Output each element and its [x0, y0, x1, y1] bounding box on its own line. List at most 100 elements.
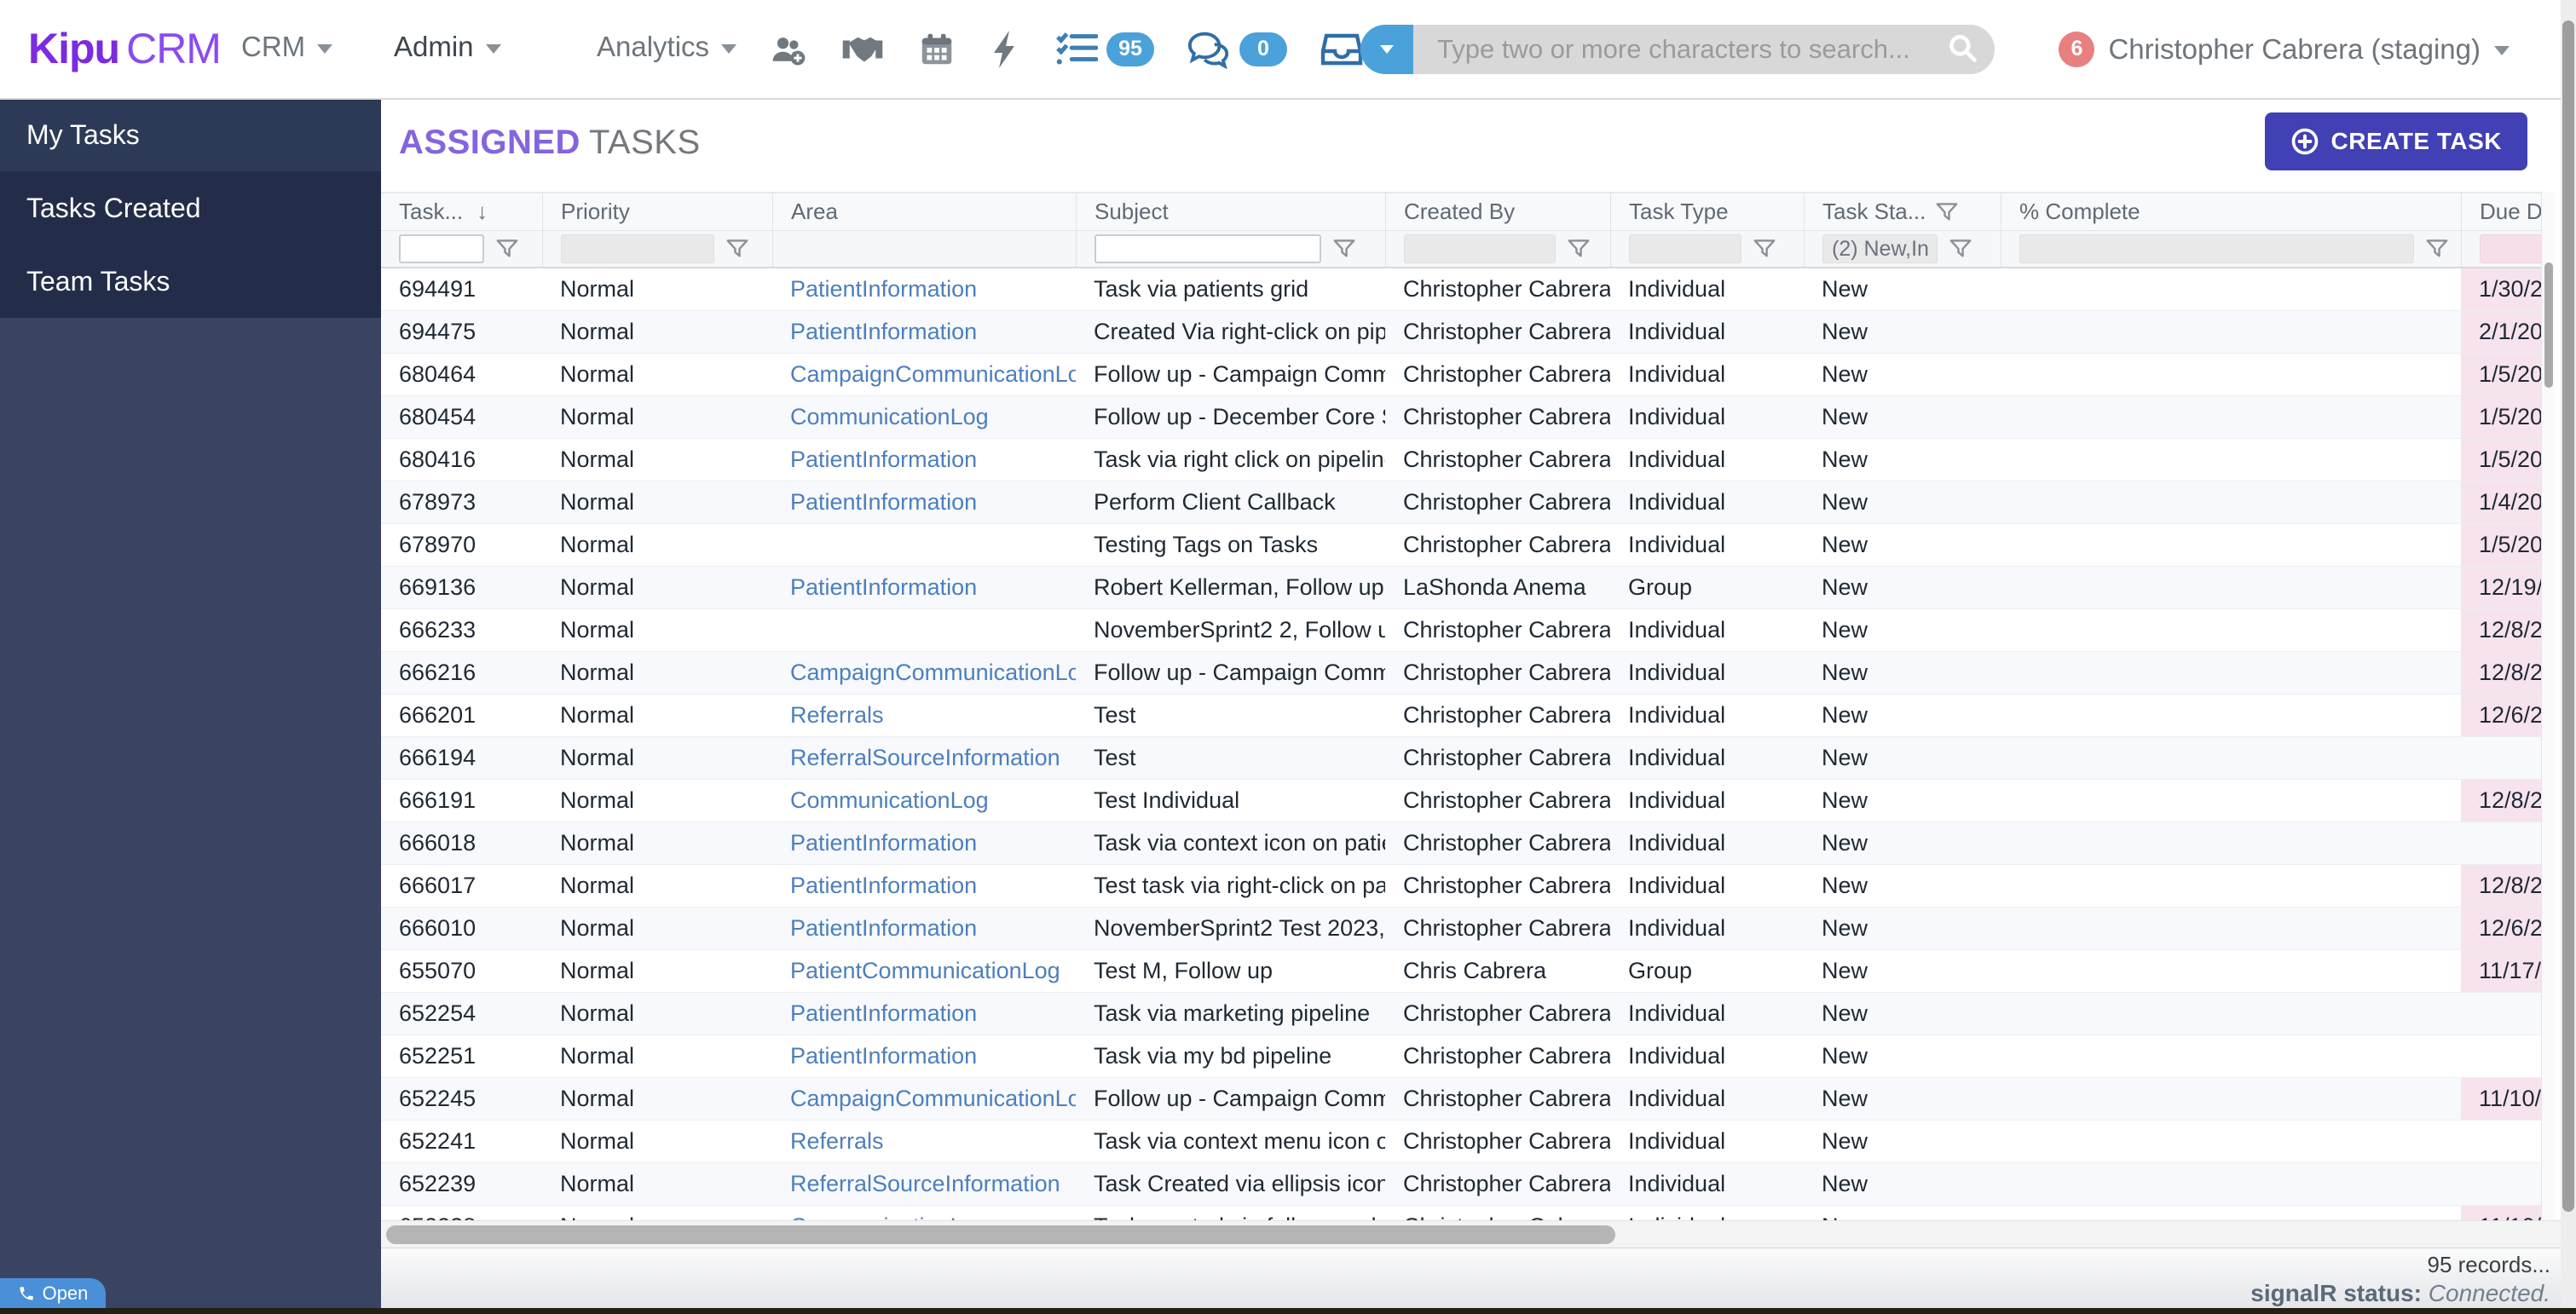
- column-header-task_type[interactable]: Task Type: [1610, 193, 1804, 230]
- user-menu[interactable]: 6 Christopher Cabrera (staging): [2059, 0, 2510, 98]
- cell-id: 666010: [399, 915, 477, 941]
- cell-pct_complete: [2001, 993, 2461, 1034]
- table-row[interactable]: 678970 Normal Testing Tags on Tasks Christo…: [381, 524, 2555, 567]
- cell-area[interactable]: CampaignCommunicationLog: [772, 1078, 1076, 1120]
- column-header-subject[interactable]: Subject: [1076, 193, 1385, 230]
- filter-input-subject[interactable]: [1095, 234, 1321, 263]
- filter-funnel-icon[interactable]: [1568, 239, 1590, 259]
- table-row[interactable]: 652251 Normal PatientInformation Task via m…: [381, 1035, 2555, 1078]
- cell-area[interactable]: PatientInformation: [772, 908, 1076, 949]
- column-header-area[interactable]: Area: [772, 193, 1076, 230]
- cell-area[interactable]: CommunicationLog: [772, 1206, 1076, 1220]
- column-header-pct_complete[interactable]: % Complete: [2001, 193, 2461, 230]
- table-row[interactable]: 666201 Normal Referrals Test Christopher Cab…: [381, 694, 2555, 737]
- column-header-id[interactable]: Task... ↓: [381, 193, 542, 230]
- cell-area[interactable]: PatientInformation: [772, 865, 1076, 907]
- cell-area[interactable]: PatientInformation: [772, 481, 1076, 523]
- table-row[interactable]: 680416 Normal PatientInformation Task via r…: [381, 439, 2555, 481]
- cell-area[interactable]: CommunicationLog: [772, 396, 1076, 438]
- sidebar-item-team-tasks[interactable]: Team Tasks: [0, 245, 381, 318]
- grid-horizontal-scrollbar[interactable]: [381, 1220, 2576, 1248]
- lightning-icon[interactable]: [989, 29, 1023, 70]
- menu-crm[interactable]: CRM: [241, 31, 333, 63]
- cell-subject: Task created via follow up dr...: [1076, 1206, 1385, 1220]
- create-task-button[interactable]: CREATE TASK: [2264, 112, 2527, 170]
- filter-input-task_status[interactable]: [1822, 234, 1938, 263]
- table-row[interactable]: 678973 Normal PatientInformation Perform Cl…: [381, 481, 2555, 524]
- page-vertical-scrollbar-thumb[interactable]: [2562, 20, 2574, 1212]
- filter-input-id[interactable]: [399, 234, 484, 263]
- filter-funnel-icon[interactable]: [1333, 239, 1355, 259]
- table-row[interactable]: 652239 Normal ReferralSourceInformation Tas…: [381, 1163, 2555, 1206]
- add-contact-icon[interactable]: [767, 31, 808, 68]
- filter-funnel-icon[interactable]: [1936, 202, 1958, 222]
- filter-input-priority[interactable]: [561, 234, 714, 263]
- cell-task_status: New: [1822, 319, 1868, 344]
- cell-area[interactable]: Referrals: [772, 1121, 1076, 1162]
- handshake-icon[interactable]: [840, 31, 885, 68]
- grid-horizontal-scrollbar-thumb[interactable]: [386, 1225, 1615, 1244]
- cell-area[interactable]: CommunicationLog: [772, 780, 1076, 821]
- table-row[interactable]: 666194 Normal ReferralSourceInformation Tes…: [381, 737, 2555, 780]
- filter-funnel-icon[interactable]: [726, 239, 748, 259]
- menu-analytics[interactable]: Analytics: [597, 31, 737, 63]
- kipu-crm-logo[interactable]: Kipu CRM: [28, 24, 222, 73]
- cell-task_status: New: [1822, 1000, 1868, 1026]
- tasks-checklist-icon[interactable]: 95: [1055, 31, 1154, 68]
- cell-area[interactable]: PatientInformation: [772, 1035, 1076, 1077]
- top-bar: Kipu CRM CRM Admin Analytics 95 0 Type t…: [0, 0, 2576, 100]
- table-row[interactable]: 652245 Normal CampaignCommunicationLog Foll…: [381, 1078, 2555, 1121]
- phone-open-button[interactable]: Open: [0, 1278, 106, 1309]
- cell-area[interactable]: PatientInformation: [772, 268, 1076, 310]
- cell-area[interactable]: PatientInformation: [772, 822, 1076, 864]
- table-row[interactable]: 666018 Normal PatientInformation Task via c…: [381, 822, 2555, 865]
- cell-area[interactable]: PatientInformation: [772, 567, 1076, 608]
- sidebar-item-my-tasks[interactable]: My Tasks: [0, 98, 381, 171]
- table-row[interactable]: 680454 Normal CommunicationLog Follow up - …: [381, 396, 2555, 439]
- page-vertical-scrollbar[interactable]: [2561, 0, 2576, 1314]
- grid-vertical-scrollbar[interactable]: [2541, 192, 2555, 1220]
- cell-area[interactable]: CampaignCommunicationLog: [772, 354, 1076, 395]
- chat-icon[interactable]: 0: [1187, 30, 1287, 69]
- table-row[interactable]: 680464 Normal CampaignCommunicationLog Foll…: [381, 354, 2555, 396]
- search-scope-dropdown[interactable]: [1360, 25, 1413, 74]
- table-row[interactable]: 652241 Normal Referrals Task via context me…: [381, 1121, 2555, 1163]
- grid-vertical-scrollbar-thumb[interactable]: [2544, 262, 2553, 388]
- cell-area[interactable]: ReferralSourceInformation: [772, 1163, 1076, 1205]
- table-row[interactable]: 666010 Normal PatientInformation NovemberSp…: [381, 908, 2555, 950]
- filter-input-pct_complete[interactable]: [2019, 234, 2414, 263]
- menu-admin[interactable]: Admin: [394, 31, 501, 63]
- cell-area[interactable]: ReferralSourceInformation: [772, 737, 1076, 779]
- filter-funnel-icon[interactable]: [1949, 239, 1972, 259]
- column-header-priority[interactable]: Priority: [542, 193, 772, 230]
- table-row[interactable]: 666216 Normal CampaignCommunicationLog Foll…: [381, 652, 2555, 694]
- table-row[interactable]: 669136 Normal PatientInformation Robert Kel…: [381, 567, 2555, 609]
- table-row[interactable]: 655070 Normal PatientCommunicationLog Test …: [381, 950, 2555, 993]
- calendar-icon[interactable]: [917, 30, 956, 69]
- cell-area[interactable]: Referrals: [772, 694, 1076, 736]
- filter-funnel-icon[interactable]: [2426, 239, 2448, 259]
- column-header-created_by[interactable]: Created By: [1385, 193, 1610, 230]
- filter-funnel-icon[interactable]: [1753, 239, 1776, 259]
- filter-input-task_type[interactable]: [1629, 234, 1741, 263]
- cell-area[interactable]: CampaignCommunicationLog: [772, 652, 1076, 694]
- filter-funnel-icon[interactable]: [496, 239, 518, 259]
- table-row[interactable]: 694475 Normal PatientInformation Created Vi…: [381, 311, 2555, 354]
- cell-area[interactable]: PatientCommunicationLog: [772, 950, 1076, 992]
- cell-area[interactable]: PatientInformation: [772, 311, 1076, 353]
- search-icon[interactable]: [1947, 32, 1978, 67]
- table-row[interactable]: 666233 Normal NovemberSprint2 2, Follow up…: [381, 609, 2555, 652]
- cell-area[interactable]: PatientInformation: [772, 439, 1076, 481]
- table-row[interactable]: 652238NormalCommunicationLogTask created…: [381, 1206, 2555, 1220]
- sidebar-item-tasks-created[interactable]: Tasks Created: [0, 171, 381, 245]
- cell-subject: Task via patients grid: [1094, 276, 1309, 302]
- table-row[interactable]: 666017 Normal PatientInformation Test task …: [381, 865, 2555, 908]
- table-row[interactable]: 666191 Normal CommunicationLog Test Individ…: [381, 780, 2555, 822]
- search-input[interactable]: [1413, 34, 1947, 65]
- table-row[interactable]: 694491 Normal PatientInformation Task via p…: [381, 268, 2555, 311]
- column-header-task_status[interactable]: Task Sta...: [1804, 193, 2001, 230]
- table-row[interactable]: 652254 Normal PatientInformation Task via m…: [381, 993, 2555, 1035]
- filter-input-created_by[interactable]: [1404, 234, 1556, 263]
- chevron-down-icon: [721, 43, 737, 54]
- cell-area[interactable]: PatientInformation: [772, 993, 1076, 1034]
